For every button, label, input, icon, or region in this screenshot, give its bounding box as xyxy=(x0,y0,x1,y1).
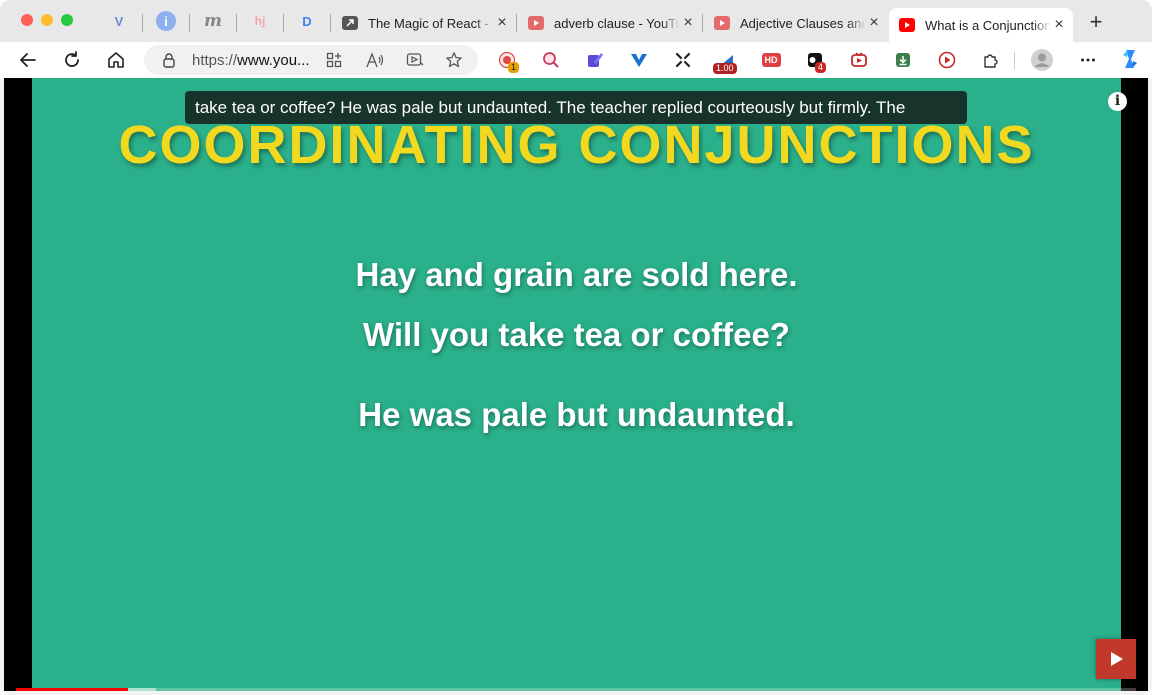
tab-adverb-clause[interactable]: adverb clause - YouTube × xyxy=(518,8,702,38)
extension-player[interactable] xyxy=(937,50,957,70)
tab-title: Adjective Clauses and xyxy=(740,15,866,31)
close-tab-icon[interactable]: × xyxy=(680,14,696,32)
copilot-icon xyxy=(1123,50,1137,68)
youtube-icon xyxy=(528,16,544,30)
tab-separator xyxy=(189,14,190,32)
tv-play-icon xyxy=(851,52,867,67)
extension-recorder[interactable]: 1 xyxy=(497,50,520,73)
extension-download[interactable] xyxy=(893,50,913,70)
example-sentence: Will you take tea or coffee? xyxy=(363,316,790,353)
scatter-x-icon xyxy=(675,52,691,68)
tab-title: What is a Conjunction xyxy=(925,17,1051,33)
m-logo-icon: m xyxy=(204,11,222,31)
pinned-tab-d[interactable]: D xyxy=(297,11,317,31)
ellipsis-icon xyxy=(1081,58,1095,62)
tab-strip: V i m hj D The Magic of React - × adverb… xyxy=(0,0,1152,42)
tab-separator xyxy=(516,14,517,32)
tab-separator xyxy=(702,14,703,32)
extension-tv[interactable] xyxy=(849,50,869,70)
minimize-window-button[interactable] xyxy=(41,14,53,26)
extension-crossing[interactable] xyxy=(673,50,693,70)
copilot-button[interactable] xyxy=(1118,47,1142,71)
tab-title: adverb clause - YouTube xyxy=(554,15,680,31)
pinned-tab-hj[interactable]: hj xyxy=(250,11,270,31)
tab-adjective-clauses[interactable]: Adjective Clauses and × xyxy=(704,8,888,38)
extension-search[interactable] xyxy=(541,50,561,70)
url-text: https://www.you... xyxy=(192,52,310,69)
play-icon xyxy=(1111,652,1123,666)
puzzle-icon xyxy=(984,54,998,68)
closed-caption: take tea or coffee? He was pale but unda… xyxy=(185,91,967,124)
reload-button[interactable] xyxy=(60,48,84,72)
back-button[interactable] xyxy=(16,48,40,72)
youtube-icon xyxy=(714,16,730,30)
address-bar[interactable]: https://www.you... xyxy=(144,45,478,75)
play-button[interactable] xyxy=(1096,639,1136,679)
close-tab-icon[interactable]: × xyxy=(494,14,510,32)
zoom-window-button[interactable] xyxy=(61,14,73,26)
example-sentence: Hay and grain are sold here. xyxy=(355,256,798,293)
info-icon: i xyxy=(164,13,168,29)
extensions-menu-button[interactable] xyxy=(981,50,1001,70)
browser-toolbar: https://www.you... 1 1.00 HD 4 xyxy=(0,42,1152,78)
apps-grid-icon xyxy=(326,52,342,68)
extension-four[interactable]: 4 xyxy=(805,50,827,73)
favorite-star-icon xyxy=(446,52,462,68)
read-aloud-icon xyxy=(366,52,384,68)
progress-bar[interactable] xyxy=(16,688,1136,691)
arrow-square-icon xyxy=(342,16,358,30)
reload-icon xyxy=(65,51,79,67)
avatar-icon xyxy=(1031,49,1053,71)
pinned-tab-m[interactable]: m xyxy=(203,11,223,31)
video-player[interactable]: COORDINATING CONJUNCTIONS Hay and grain … xyxy=(4,78,1148,691)
vee-logo-icon xyxy=(631,54,647,67)
home-button[interactable] xyxy=(104,48,128,72)
tab-separator xyxy=(330,14,331,32)
vee-icon: V xyxy=(114,13,124,29)
tab-title: The Magic of React - xyxy=(368,15,489,31)
home-icon xyxy=(108,52,124,68)
hd-icon: HD xyxy=(761,53,781,67)
pinned-tab-info[interactable]: i xyxy=(156,11,176,31)
tab-what-is-a-conjunction[interactable]: What is a Conjunction × xyxy=(889,8,1073,42)
close-window-button[interactable] xyxy=(21,14,33,26)
url-scheme: https:// xyxy=(192,52,238,69)
url-host: www.you... xyxy=(237,52,310,69)
extension-hd[interactable]: HD xyxy=(761,50,781,70)
youtube-icon xyxy=(899,18,915,32)
extension-speed-control[interactable]: 1.00 xyxy=(713,50,737,74)
tab-magic-of-react[interactable]: The Magic of React - × xyxy=(332,8,516,38)
browser-window: V i m hj D The Magic of React - × adverb… xyxy=(0,0,1152,695)
video-frame: COORDINATING CONJUNCTIONS Hay and grain … xyxy=(32,78,1121,691)
tab-separator xyxy=(283,14,284,32)
hj-logo-icon: hj xyxy=(254,14,266,28)
extension-notes[interactable] xyxy=(585,50,605,70)
progress-played xyxy=(16,688,128,691)
pencil-note-icon xyxy=(588,53,603,67)
extension-vee[interactable] xyxy=(629,50,649,70)
magnifier-icon xyxy=(543,52,559,68)
more-menu-button[interactable] xyxy=(1078,50,1098,70)
speed-badge: 1.00 xyxy=(713,63,737,74)
toolbar-separator xyxy=(1014,52,1015,70)
new-tab-button[interactable]: + xyxy=(1084,10,1108,34)
profile-button[interactable] xyxy=(1030,48,1054,72)
play-circle-icon xyxy=(938,51,956,69)
extension-badge: 1 xyxy=(508,62,520,73)
extension-badge: 4 xyxy=(815,62,827,73)
close-tab-icon[interactable]: × xyxy=(866,14,882,32)
download-icon xyxy=(896,53,910,67)
d-logo-icon: D xyxy=(302,13,312,29)
example-sentence: He was pale but undaunted. xyxy=(358,396,795,433)
back-arrow-icon xyxy=(20,53,36,67)
lock-icon xyxy=(163,53,175,68)
pinned-tab-vee[interactable]: V xyxy=(109,11,129,31)
tab-separator xyxy=(236,14,237,32)
info-icon[interactable]: i xyxy=(1108,92,1127,111)
close-tab-icon[interactable]: × xyxy=(1051,16,1067,34)
video-enhance-icon xyxy=(406,53,424,66)
tab-separator xyxy=(142,14,143,32)
